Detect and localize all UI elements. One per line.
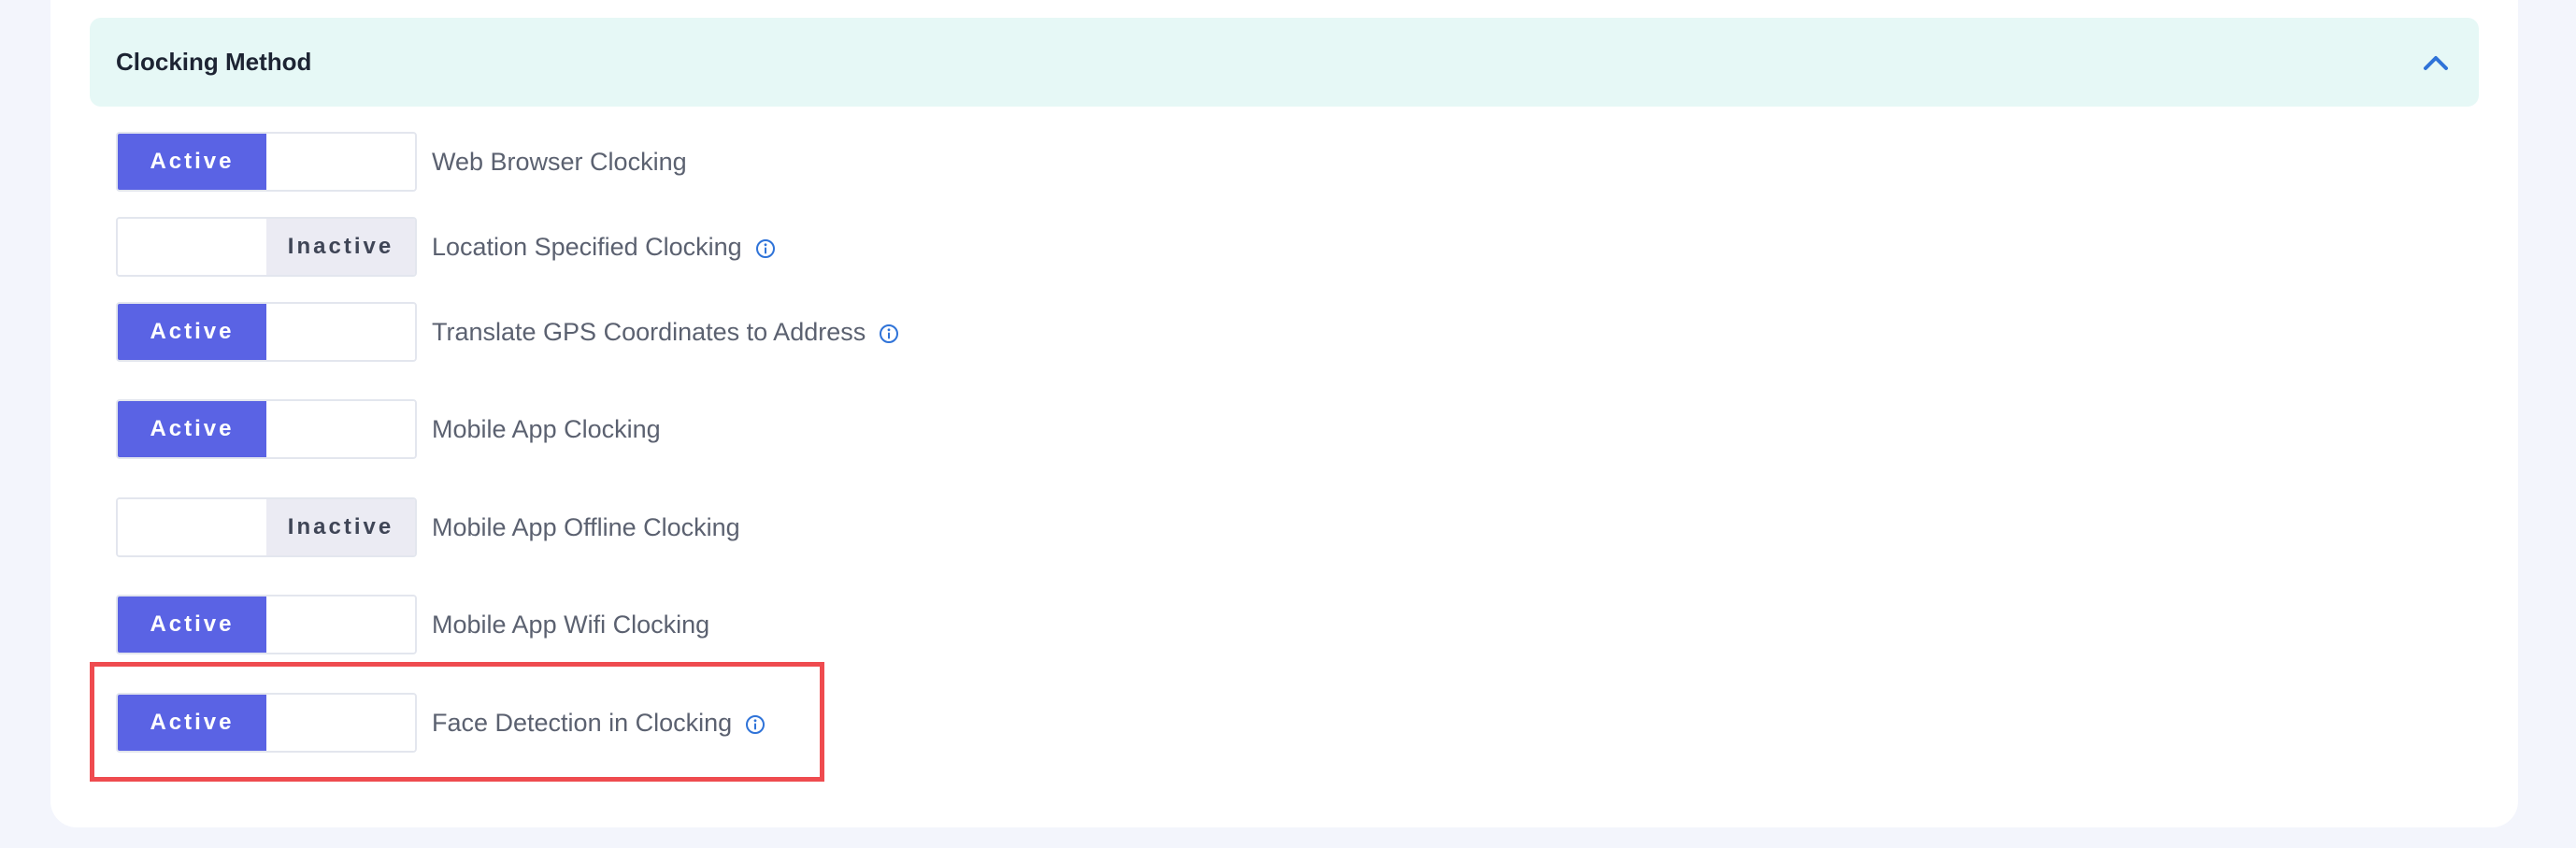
status-toggle[interactable]: Inactive	[116, 217, 417, 277]
setting-row-location-specified-clocking: Inactive Location Specified Clocking	[116, 217, 776, 277]
status-toggle[interactable]: Active	[116, 302, 417, 362]
setting-label: Location Specified Clocking	[432, 232, 742, 261]
toggle-active-option[interactable]	[118, 219, 266, 275]
toggle-inactive-option[interactable]	[266, 596, 415, 653]
setting-row-translate-gps-coordinates-to-address: Active Translate GPS Coordinates to Addre…	[116, 302, 899, 362]
chevron-up-icon[interactable]	[2417, 44, 2454, 81]
info-icon[interactable]	[745, 714, 766, 735]
setting-label: Mobile App Clocking	[432, 414, 661, 443]
toggle-active-option[interactable]: Active	[118, 304, 266, 360]
section-title: Clocking Method	[116, 48, 312, 76]
clocking-method-header[interactable]: Clocking Method	[90, 18, 2479, 107]
toggle-inactive-option[interactable]	[266, 134, 415, 190]
info-icon[interactable]	[879, 323, 899, 344]
setting-label: Mobile App Wifi Clocking	[432, 610, 710, 639]
setting-row-web-browser-clocking: Active Web Browser Clocking	[116, 132, 687, 192]
setting-label: Mobile App Offline Clocking	[432, 512, 740, 541]
status-toggle[interactable]: Inactive	[116, 497, 417, 557]
setting-label: Face Detection in Clocking	[432, 708, 733, 737]
toggle-active-option[interactable]: Active	[118, 695, 266, 751]
toggle-inactive-option[interactable]	[266, 695, 415, 751]
status-toggle[interactable]: Active	[116, 595, 417, 654]
setting-row-mobile-app-clocking: Active Mobile App Clocking	[116, 399, 661, 459]
toggle-active-option[interactable]: Active	[118, 596, 266, 653]
toggle-inactive-option[interactable]	[266, 401, 415, 457]
setting-label: Translate GPS Coordinates to Address	[432, 317, 866, 346]
status-toggle[interactable]: Active	[116, 693, 417, 753]
status-toggle[interactable]: Active	[116, 399, 417, 459]
setting-label: Web Browser Clocking	[432, 147, 687, 176]
status-toggle[interactable]: Active	[116, 132, 417, 192]
info-icon[interactable]	[755, 238, 776, 259]
toggle-active-option[interactable]: Active	[118, 134, 266, 190]
setting-row-mobile-app-wifi-clocking: Active Mobile App Wifi Clocking	[116, 595, 709, 654]
toggle-active-option[interactable]: Active	[118, 401, 266, 457]
toggle-inactive-option[interactable]: Inactive	[266, 219, 415, 275]
setting-row-mobile-app-offline-clocking: Inactive Mobile App Offline Clocking	[116, 497, 740, 557]
toggle-active-option[interactable]	[118, 499, 266, 555]
setting-row-face-detection-in-clocking: Active Face Detection in Clocking	[116, 693, 766, 753]
toggle-inactive-option[interactable]: Inactive	[266, 499, 415, 555]
toggle-inactive-option[interactable]	[266, 304, 415, 360]
